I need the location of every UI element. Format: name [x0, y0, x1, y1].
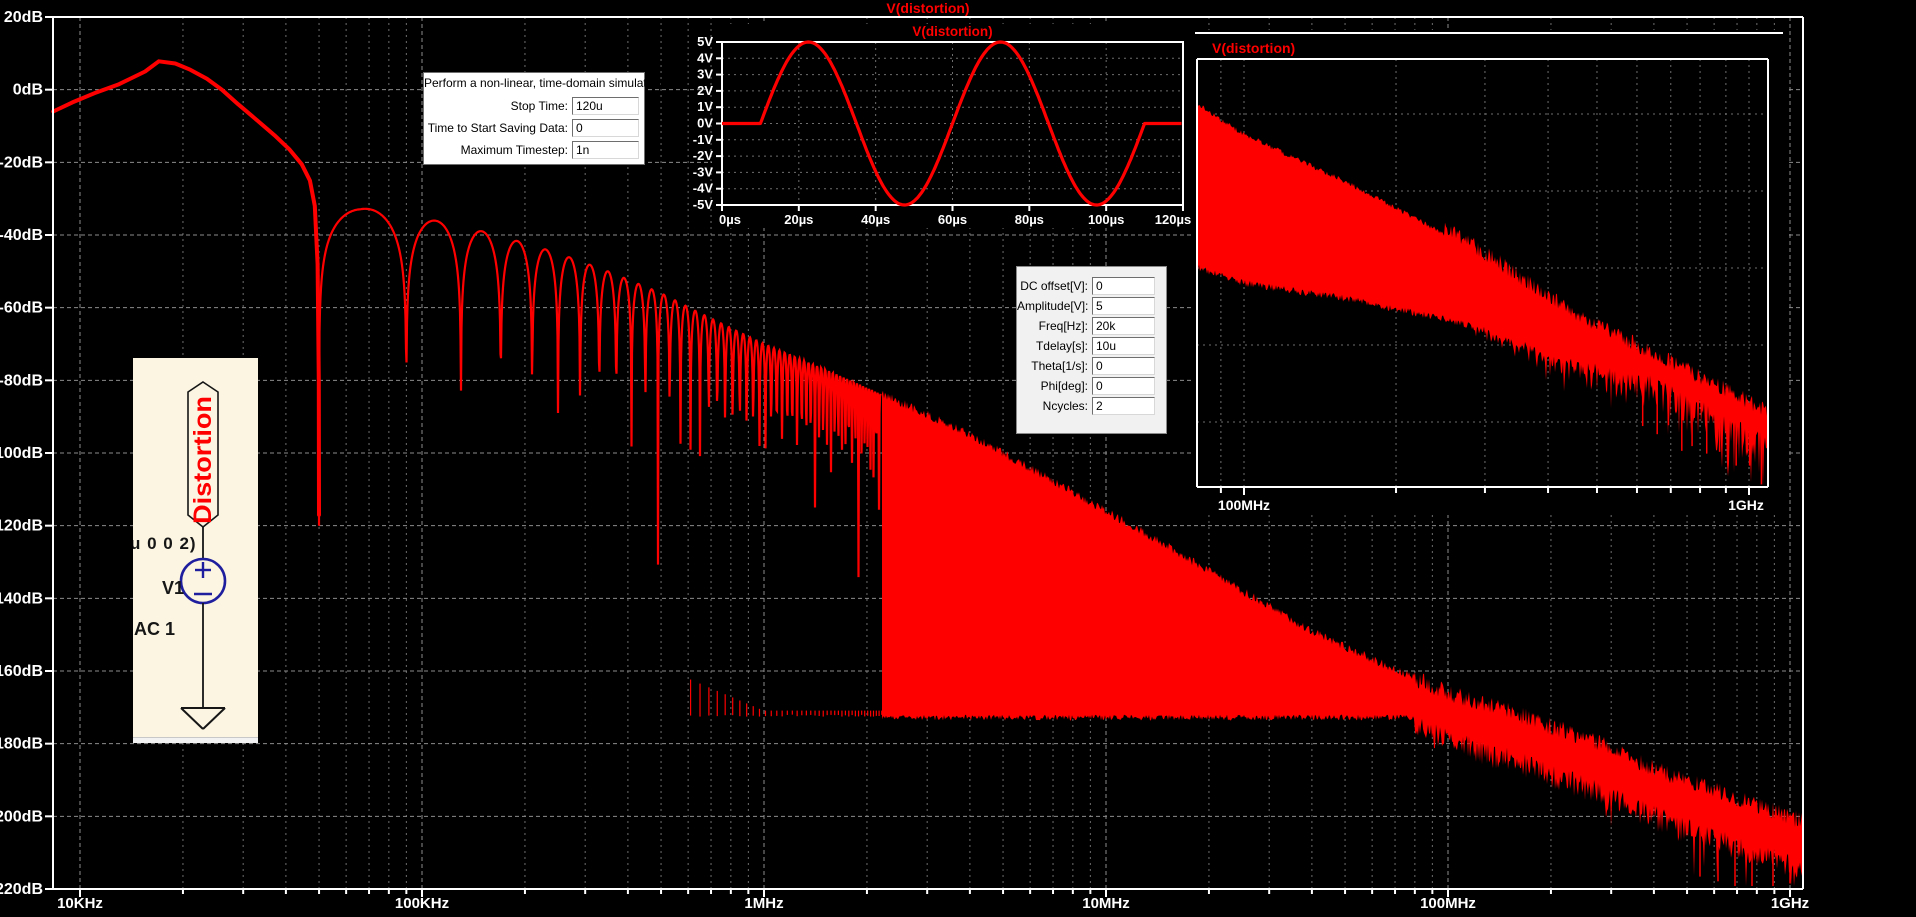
- main-y-tick-label: 0dB: [13, 82, 43, 99]
- main-x-tick-label: 1GHz: [1771, 895, 1809, 912]
- time-y-tick-label: 3V: [697, 67, 713, 82]
- time-x-tick-label: 120µs: [1155, 212, 1191, 227]
- start-saving-label: Time to Start Saving Data:: [427, 121, 568, 135]
- amplitude-input[interactable]: [1092, 297, 1155, 315]
- main-y-tick-label: -60dB: [0, 300, 43, 317]
- zoom-inset-title: V(distortion): [1212, 40, 1296, 56]
- net-flag-label: Distortion: [189, 396, 217, 524]
- time-y-tick-label: -4V: [693, 181, 714, 196]
- time-x-tick-label: 60µs: [938, 212, 967, 227]
- main-x-tick-label: 100KHz: [395, 895, 449, 912]
- time-y-tick-label: 4V: [697, 50, 713, 65]
- main-y-tick-label: -200dB: [0, 808, 43, 825]
- time-x-tick-label: 0µs: [719, 212, 741, 227]
- time-inset-pane: 5V4V 3V2V1V 0V-1V-2V-3V -4V-5V 0µs 20µs 40µs 60…: [693, 24, 1192, 228]
- time-inset-title: V(distortion): [912, 24, 993, 39]
- sine-params-dialog: DC offset[V]: Amplitude[V]: Freq[Hz]: Td…: [1016, 266, 1167, 434]
- time-y-tick-label: -5V: [693, 197, 714, 212]
- schematic-pane[interactable]: Distortion u 0 0 2) V1 AC 1: [130, 358, 258, 743]
- dc-offset-input[interactable]: [1092, 277, 1155, 295]
- ac-spec-label: AC 1: [134, 619, 175, 639]
- phi-label: Phi[deg]:: [1040, 379, 1088, 393]
- main-x-tick-label: 10MHz: [1082, 895, 1130, 912]
- dc-offset-label: DC offset[V]:: [1020, 279, 1088, 293]
- theta-label: Theta[1/s]:: [1031, 359, 1088, 373]
- sim-dialog-title: Perform a non-linear, time-domain simula…: [424, 76, 667, 90]
- time-y-tick-label: 1V: [697, 99, 713, 114]
- time-y-tick-label: 2V: [697, 83, 713, 98]
- main-y-tick-label: -160dB: [0, 663, 43, 680]
- time-x-tick-label: 40µs: [861, 212, 890, 227]
- freq-label: Freq[Hz]:: [1038, 319, 1088, 333]
- phi-input[interactable]: [1092, 377, 1155, 395]
- schematic-pane-edge: [133, 737, 258, 743]
- start-saving-input[interactable]: [572, 119, 639, 137]
- ltspice-window: 5V 4V 3V 2V 1V 0V -1V -2V -3V -4V -5V 0µs 20µs 40µs 60…: [0, 0, 1916, 917]
- tdelay-label: Tdelay[s]:: [1035, 339, 1088, 353]
- main-y-tick-label: -120dB: [0, 518, 43, 535]
- zoom-inset-pane: 100MHz 1GHz: [1192, 30, 1788, 515]
- zoom-x-tick-label: 100MHz: [1218, 497, 1270, 513]
- time-y-tick-label: 0V: [697, 116, 713, 131]
- main-plot-title: V(distortion): [886, 0, 970, 16]
- transient-sim-dialog: Perform a non-linear, time-domain simula…: [423, 72, 667, 165]
- main-y-tick-label: -140dB: [0, 590, 43, 607]
- schematic-drawing: Distortion u 0 0 2) V1 AC 1: [130, 381, 227, 730]
- main-y-tick-label: -180dB: [0, 736, 43, 753]
- freq-input[interactable]: [1092, 317, 1155, 335]
- main-y-tick-label: -220dB: [0, 881, 43, 898]
- main-y-tick-label: -80dB: [0, 372, 43, 389]
- stop-time-label: Stop Time:: [510, 99, 568, 113]
- fft-arch-trace: [317, 207, 882, 578]
- tdelay-input[interactable]: [1092, 337, 1155, 355]
- ground-icon[interactable]: [180, 707, 226, 730]
- max-timestep-input[interactable]: [572, 141, 639, 159]
- time-y-tick-label: -3V: [693, 164, 714, 179]
- main-y-tick-label: 20dB: [4, 9, 43, 26]
- main-x-tick-label: 10KHz: [57, 895, 103, 912]
- main-x-tick-label: 1MHz: [744, 895, 783, 912]
- spice-clipped-text: u 0 0 2): [133, 534, 197, 553]
- ncycles-input[interactable]: [1092, 397, 1155, 415]
- time-x-tick-label: 100µs: [1088, 212, 1124, 227]
- zoom-x-tick-label: 1GHz: [1728, 497, 1764, 513]
- refdes-label: V1: [162, 578, 184, 598]
- main-x-tick-label: 100MHz: [1420, 895, 1476, 912]
- amplitude-label: Amplitude[V]:: [1017, 299, 1089, 313]
- time-y-tick-label: -2V: [693, 148, 714, 163]
- time-y-tick-label: 5V: [697, 34, 713, 49]
- ncycles-label: Ncycles:: [1042, 399, 1088, 413]
- time-x-tick-label: 20µs: [784, 212, 813, 227]
- time-y-tick-label: -1V: [693, 132, 714, 147]
- max-timestep-label: Maximum Timestep:: [460, 143, 568, 157]
- main-y-tick-label: -40dB: [0, 227, 43, 244]
- plot-canvas[interactable]: 5V4V 3V2V1V 0V-1V-2V-3V -4V-5V 0µs 20µs 40µs 60…: [0, 0, 1916, 917]
- main-y-tick-label: -100dB: [0, 445, 43, 462]
- stop-time-input[interactable]: [572, 97, 639, 115]
- main-y-tick-label: -20dB: [0, 154, 43, 171]
- theta-input[interactable]: [1092, 357, 1155, 375]
- time-x-tick-label: 80µs: [1015, 212, 1044, 227]
